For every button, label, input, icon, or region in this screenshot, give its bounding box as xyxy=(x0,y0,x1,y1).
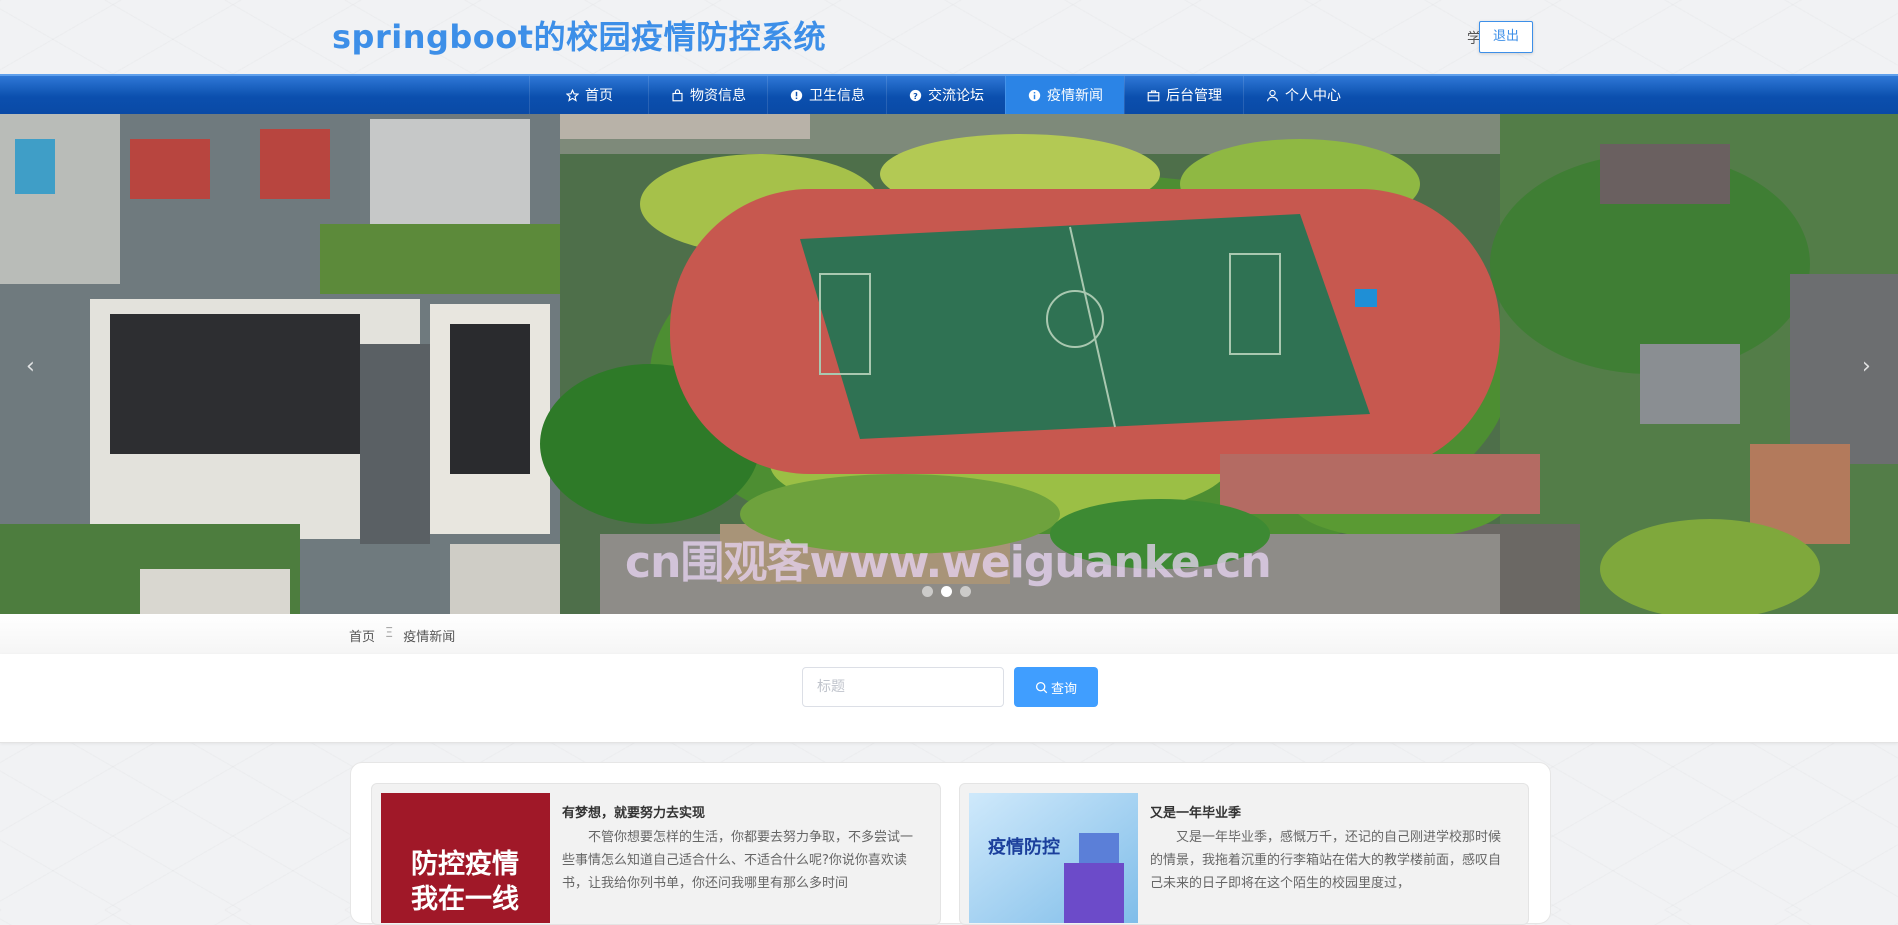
thumb-text: 疫情防控 xyxy=(988,836,1060,858)
nav-item-label: 卫生信息 xyxy=(809,88,865,104)
main-nav: 首页 物资信息 卫生信息 ? 交流论坛 疫情新闻 后台管理 个人中心 xyxy=(0,74,1898,114)
carousel-dot[interactable] xyxy=(922,586,933,597)
header: springboot的校园疫情防控系统 学号1 退出 xyxy=(0,0,1898,74)
carousel-dot[interactable] xyxy=(941,586,952,597)
nav-item-label: 交流论坛 xyxy=(928,88,984,104)
news-title[interactable]: 又是一年毕业季 xyxy=(1150,802,1241,821)
news-list: 防控疫情 我在一线 有梦想，就要努力去实现 不管你想要怎样的生活，你都要去努力争… xyxy=(350,762,1551,925)
info-circle-icon xyxy=(789,88,803,102)
news-thumbnail: 疫情防控 xyxy=(969,793,1138,923)
breadcrumb-bar: 首页 Ξ 疫情新闻 xyxy=(0,614,1898,655)
logout-button[interactable]: 退出 xyxy=(1479,21,1533,53)
site-title: springboot的校园疫情防控系统 xyxy=(332,18,827,56)
breadcrumb-home[interactable]: 首页 xyxy=(349,626,375,645)
nav-item-supplies[interactable]: 物资信息 xyxy=(648,76,767,114)
nav-item-news[interactable]: 疫情新闻 xyxy=(1005,76,1124,114)
search-button[interactable]: 查询 xyxy=(1014,667,1098,707)
news-thumbnail: 防控疫情 我在一线 xyxy=(381,793,550,923)
nav-item-forum[interactable]: ? 交流论坛 xyxy=(886,76,1005,114)
question-circle-icon: ? xyxy=(908,88,922,102)
nav-item-profile[interactable]: 个人中心 xyxy=(1243,76,1362,114)
thumb-text: 我在一线 xyxy=(411,884,519,915)
search-button-label: 查询 xyxy=(1050,681,1077,697)
info-circle-icon xyxy=(1027,88,1041,102)
news-title[interactable]: 有梦想，就要努力去实现 xyxy=(562,802,705,821)
news-card[interactable]: 防控疫情 我在一线 有梦想，就要努力去实现 不管你想要怎样的生活，你都要去努力争… xyxy=(371,783,941,925)
title-search-input[interactable] xyxy=(802,667,1004,707)
user-icon xyxy=(1265,88,1279,102)
nav-item-label: 首页 xyxy=(585,88,613,104)
news-card[interactable]: 疫情防控 又是一年毕业季 又是一年毕业季，感慨万千，还记的自己刚进学校那时候的情… xyxy=(959,783,1529,925)
nav-item-label: 物资信息 xyxy=(690,88,746,104)
banner-carousel[interactable]: cn围观客www.weiguanke.cn ‹ › xyxy=(0,114,1898,614)
nav-item-home[interactable]: 首页 xyxy=(529,76,648,114)
nav-item-hygiene[interactable]: 卫生信息 xyxy=(767,76,886,114)
nav-item-label: 个人中心 xyxy=(1285,88,1341,104)
nav-item-label: 后台管理 xyxy=(1166,88,1222,104)
thumb-text: 防控疫情 xyxy=(411,848,519,880)
breadcrumb-separator: Ξ xyxy=(385,626,394,641)
carousel-next-arrow[interactable]: › xyxy=(1862,354,1871,379)
svg-text:?: ? xyxy=(913,90,918,100)
watermark-text: cn围观客www.weiguanke.cn xyxy=(625,537,1272,588)
carousel-dot[interactable] xyxy=(960,586,971,597)
breadcrumb-current: 疫情新闻 xyxy=(403,630,456,645)
breadcrumb: 首页 Ξ 疫情新闻 xyxy=(349,626,455,645)
carousel-indicators xyxy=(922,586,971,597)
news-excerpt: 不管你想要怎样的生活，你都要去努力争取，不多尝试一些事情怎么知道自己适合什么、不… xyxy=(562,830,914,891)
nav-item-label: 疫情新闻 xyxy=(1047,88,1103,104)
nav-item-admin[interactable]: 后台管理 xyxy=(1124,76,1243,114)
carousel-prev-arrow[interactable]: ‹ xyxy=(26,354,35,379)
search-bar: 查询 xyxy=(0,654,1898,743)
news-excerpt: 又是一年毕业季，感慨万千，还记的自己刚进学校那时候的情景，我拖着沉重的行李箱站在… xyxy=(1150,830,1502,891)
bag-icon xyxy=(670,88,684,102)
briefcase-icon xyxy=(1146,88,1160,102)
search-icon xyxy=(1035,681,1048,693)
star-icon xyxy=(565,88,579,102)
